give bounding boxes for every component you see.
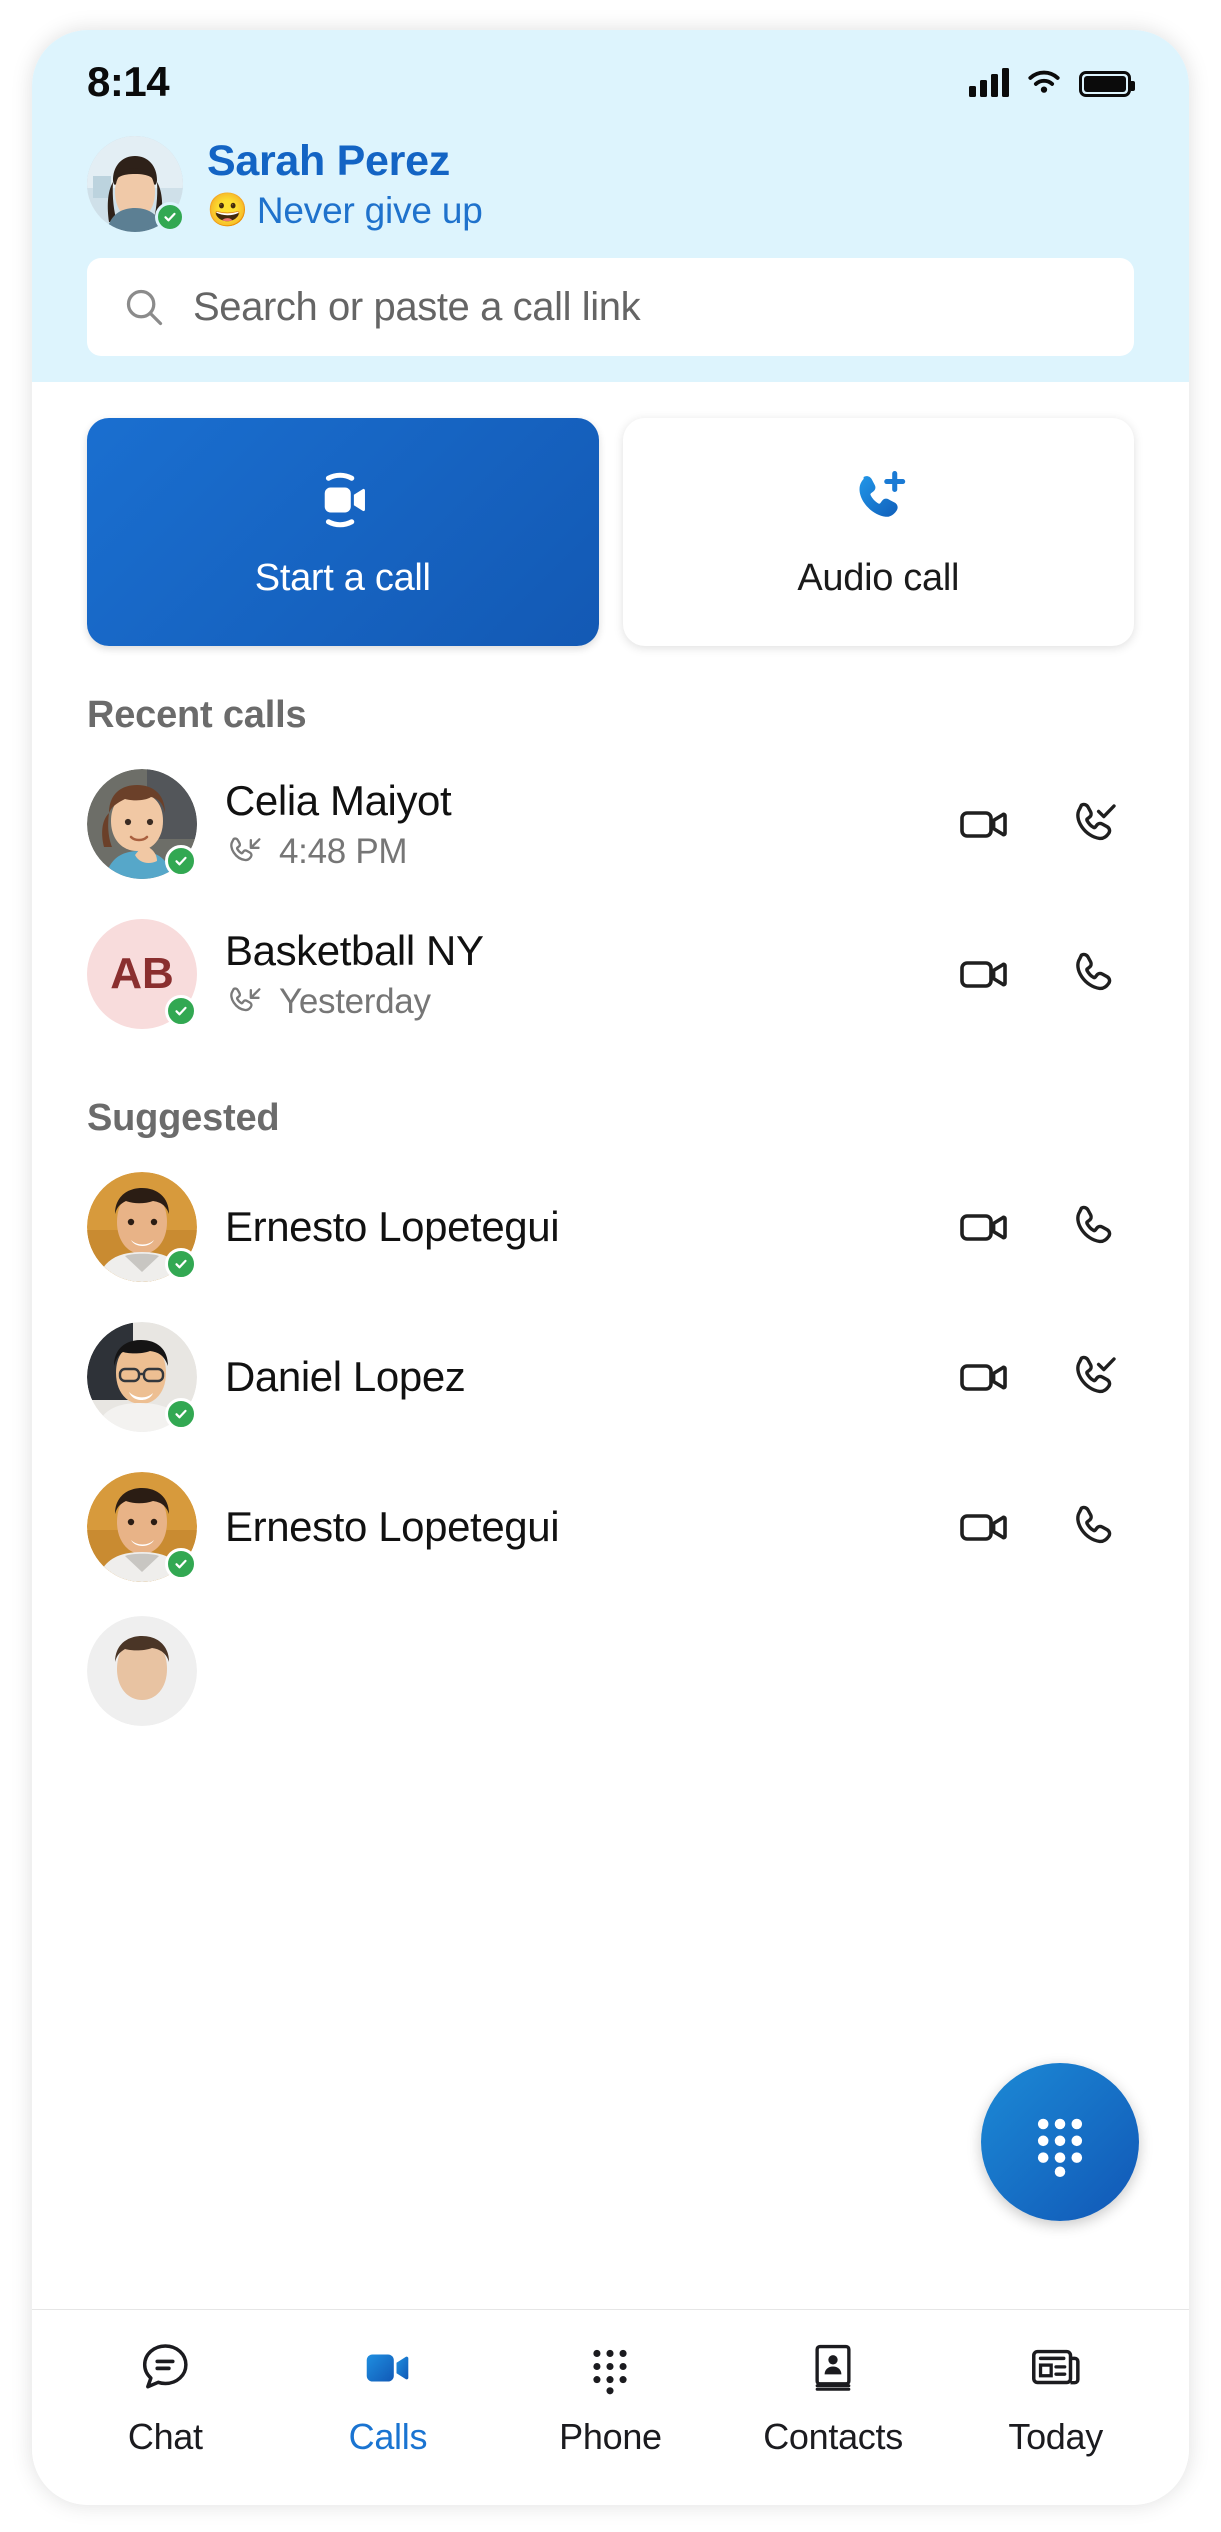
row-actions xyxy=(954,1196,1134,1258)
avatar-initials-text: AB xyxy=(110,949,174,998)
phone-check-icon[interactable] xyxy=(1066,1346,1128,1408)
table-row[interactable]: AB Basketball NY Yesterday xyxy=(32,899,1189,1049)
phone-icon[interactable] xyxy=(1066,1196,1128,1258)
content-area: Start a call Audio call Recent calls Cel… xyxy=(32,382,1189,2309)
video-call-filled-icon xyxy=(359,2336,417,2400)
tab-today-label: Today xyxy=(1008,2416,1103,2457)
contact-name: Ernesto Lopetegui xyxy=(225,1203,560,1250)
phone-icon[interactable] xyxy=(1066,943,1128,1005)
search-input[interactable]: Search or paste a call link xyxy=(193,285,641,330)
table-row[interactable]: Ernesto Lopetegui xyxy=(32,1152,1189,1302)
chat-bubble-icon xyxy=(136,2336,194,2400)
app-header: 8:14 Sarah Perez 😀 Never give up Search … xyxy=(32,30,1189,382)
status-bar-clock: 8:14 xyxy=(87,58,170,105)
row-actions xyxy=(954,943,1134,1005)
dialpad-fab-button[interactable] xyxy=(981,2063,1139,2221)
battery-full-icon xyxy=(1079,71,1135,97)
start-a-call-button[interactable]: Start a call xyxy=(87,418,599,646)
avatar[interactable] xyxy=(87,1616,197,1726)
tab-today[interactable]: Today xyxy=(961,2336,1151,2458)
call-meta: Yesterday xyxy=(225,982,926,1022)
presence-available-icon xyxy=(165,845,197,877)
tab-contacts[interactable]: Contacts xyxy=(738,2336,928,2458)
presence-available-icon xyxy=(165,1398,197,1430)
profile-text: Sarah Perez 😀 Never give up xyxy=(207,137,483,232)
video-camera-icon[interactable] xyxy=(954,1496,1016,1558)
avatar[interactable] xyxy=(87,1172,197,1282)
screen: 8:14 Sarah Perez 😀 Never give up Search … xyxy=(0,0,1221,2532)
video-camera-icon[interactable] xyxy=(954,943,1016,1005)
row-actions xyxy=(954,793,1134,855)
table-row[interactable]: Celia Maiyot 4:48 PM xyxy=(32,749,1189,899)
avatar-image xyxy=(87,1616,197,1726)
tab-chat-label: Chat xyxy=(127,2416,203,2457)
contact-name: Ernesto Lopetegui xyxy=(225,1503,560,1550)
tab-phone-label: Phone xyxy=(559,2416,662,2457)
start-a-call-label: Start a call xyxy=(254,556,431,599)
phone-add-icon xyxy=(859,470,906,517)
avatar[interactable]: AB xyxy=(87,919,197,1029)
section-title-recent-calls: Recent calls xyxy=(87,694,307,736)
row-main: Ernesto Lopetegui xyxy=(225,1503,926,1551)
call-meta: 4:48 PM xyxy=(225,832,926,872)
avatar[interactable] xyxy=(87,769,197,879)
search-bar[interactable]: Search or paste a call link xyxy=(87,258,1134,356)
profile-name: Sarah Perez xyxy=(207,136,450,185)
tab-contacts-label: Contacts xyxy=(763,2416,903,2457)
avatar[interactable] xyxy=(87,1322,197,1432)
wifi-icon xyxy=(1028,70,1060,93)
profile-status[interactable]: 😀 Never give up xyxy=(207,190,483,232)
table-row[interactable]: Daniel Lopez xyxy=(32,1302,1189,1452)
call-time: Yesterday xyxy=(279,981,431,1021)
video-call-icon xyxy=(324,472,365,527)
audio-call-button[interactable]: Audio call xyxy=(622,418,1134,646)
presence-available-icon xyxy=(165,1248,197,1280)
dialpad-icon xyxy=(582,2336,638,2400)
tab-calls[interactable]: Calls xyxy=(293,2336,483,2458)
profile-status-text: Never give up xyxy=(256,189,483,231)
call-time: 4:48 PM xyxy=(279,831,408,871)
row-main: Celia Maiyot 4:48 PM xyxy=(225,777,926,872)
profile-row[interactable]: Sarah Perez 😀 Never give up xyxy=(32,122,1189,232)
incoming-call-icon xyxy=(230,986,261,1011)
phone-icon[interactable] xyxy=(1066,1496,1128,1558)
phone-frame: 8:14 Sarah Perez 😀 Never give up Search … xyxy=(32,30,1189,2505)
row-main: Daniel Lopez xyxy=(225,1353,926,1401)
tab-calls-label: Calls xyxy=(348,2416,428,2457)
avatar[interactable] xyxy=(87,1472,197,1582)
row-actions xyxy=(954,1496,1134,1558)
video-camera-icon[interactable] xyxy=(954,1346,1016,1408)
table-row[interactable]: Ernesto Lopetegui xyxy=(32,1452,1189,1602)
audio-call-label: Audio call xyxy=(797,556,960,599)
video-camera-icon[interactable] xyxy=(954,793,1016,855)
status-bar: 8:14 xyxy=(32,30,1189,122)
avatar[interactable] xyxy=(87,136,185,232)
phone-check-icon[interactable] xyxy=(1066,793,1128,855)
contacts-book-icon xyxy=(805,2336,861,2400)
tab-chat[interactable]: Chat xyxy=(70,2336,260,2458)
presence-available-icon xyxy=(165,1548,197,1580)
table-row[interactable] xyxy=(32,1602,1189,1746)
cellular-signal-icon xyxy=(969,67,1009,97)
search-icon xyxy=(126,289,163,326)
contact-name: Celia Maiyot xyxy=(225,776,452,824)
status-bar-icons xyxy=(969,67,1135,97)
section-title-suggested: Suggested xyxy=(87,1097,280,1139)
contact-name: Basketball NY xyxy=(225,926,484,974)
dialpad-icon xyxy=(1037,2118,1083,2178)
presence-available-icon xyxy=(165,995,197,1027)
status-emoji-icon: 😀 xyxy=(207,191,248,228)
video-camera-icon[interactable] xyxy=(954,1196,1016,1258)
row-main: Ernesto Lopetegui xyxy=(225,1203,926,1251)
contact-name: Daniel Lopez xyxy=(225,1353,466,1400)
bottom-navigation: Chat Calls Phone Contacts Today xyxy=(32,2309,1189,2505)
quick-actions: Start a call Audio call xyxy=(32,382,1189,646)
tab-phone[interactable]: Phone xyxy=(515,2336,705,2458)
row-main: Basketball NY Yesterday xyxy=(225,927,926,1022)
presence-available-icon xyxy=(155,202,185,232)
row-actions xyxy=(954,1346,1134,1408)
news-icon xyxy=(1027,2336,1085,2400)
incoming-call-icon xyxy=(230,836,261,861)
